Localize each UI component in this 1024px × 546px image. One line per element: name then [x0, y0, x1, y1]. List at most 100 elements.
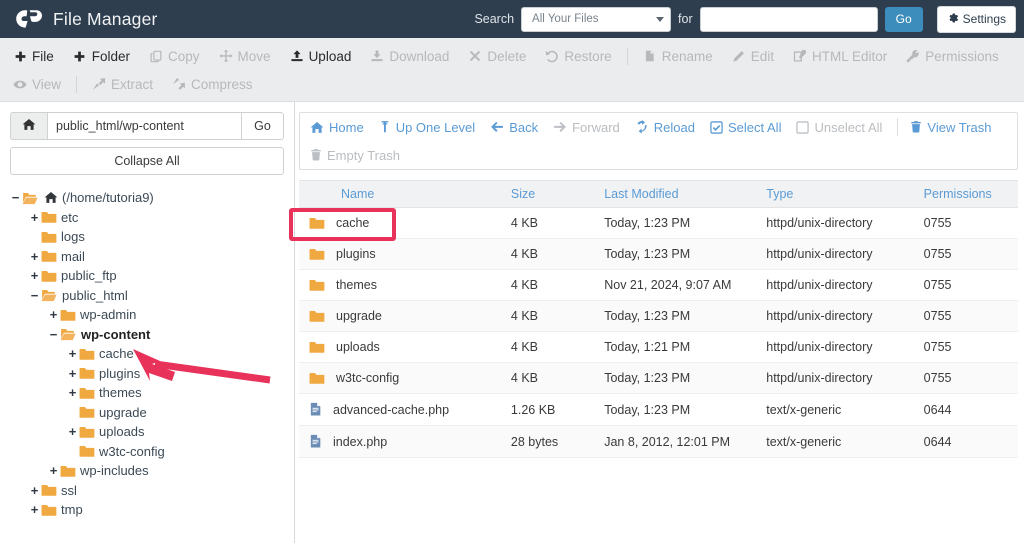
file-modified-cell: Jan 8, 2012, 12:01 PM [604, 425, 767, 458]
file-row-cache[interactable]: cache 4 KB Today, 1:23 PM httpd/unix-direct… [299, 207, 1018, 239]
filenav-item-label: Home [329, 119, 364, 135]
collapse-all-button[interactable]: Collapse All [10, 147, 284, 175]
sidebar-tree-item-logs[interactable]: +logs [10, 227, 284, 247]
folder-icon [79, 386, 95, 400]
sidebar-tree-item-wp-includes[interactable]: + wp-includes [10, 461, 284, 481]
tree-item-label: w3tc-config [99, 443, 165, 459]
compress-icon [172, 77, 186, 91]
tree-expand-icon[interactable]: + [67, 386, 78, 399]
tree-expand-icon[interactable]: + [29, 484, 40, 497]
file-size-cell: 4 KB [510, 207, 605, 239]
tree-expand-icon[interactable]: + [67, 347, 78, 360]
toolbar-item-view: View [7, 77, 74, 92]
sidebar-tree-item-public_html[interactable]: − public_html [10, 286, 284, 306]
column-header-permissions[interactable]: Permissions [923, 180, 1018, 208]
tree-expand-icon[interactable]: + [29, 250, 40, 263]
file-pane: Home Up One Level Back Forward Reload Select … [289, 102, 1024, 543]
file-doc-icon [309, 434, 322, 449]
search-input[interactable] [699, 6, 878, 32]
sidebar-tree-item-ssl[interactable]: + ssl [10, 481, 284, 501]
file-row-w3tc-config[interactable]: w3tc-config 4 KB Today, 1:23 PM httpd/unix-… [299, 362, 1018, 394]
folder-icon [309, 247, 325, 261]
sidebar-tree-item-cache[interactable]: + cache [10, 344, 284, 364]
tree-collapse-icon[interactable]: − [10, 191, 21, 204]
tree-expand-icon[interactable]: + [48, 308, 59, 321]
search-go-button[interactable]: Go [884, 6, 923, 32]
folder-icon [41, 230, 57, 244]
filenav-item-back[interactable]: Back [486, 120, 549, 135]
column-header-modified[interactable]: Last Modified [604, 180, 767, 208]
column-header-type[interactable]: Type [766, 180, 924, 208]
path-input[interactable] [47, 112, 242, 140]
filenav-item-up-one-level[interactable]: Up One Level [375, 120, 487, 135]
toolbar-item-upload[interactable]: Upload [284, 49, 365, 64]
file-name-cell[interactable]: upgrade [299, 300, 511, 332]
filenav-item-label: Empty Trash [327, 147, 400, 163]
file-row-advanced-cache-php[interactable]: advanced-cache.php 1.26 KB Today, 1:23 PM t… [299, 393, 1018, 426]
sidebar-tree-item-etc[interactable]: + etc [10, 208, 284, 228]
tree-expand-icon[interactable]: + [29, 269, 40, 282]
tree-expand-icon[interactable]: + [67, 367, 78, 380]
sidebar-tree-item-w3tc-config[interactable]: +w3tc-config [10, 442, 284, 462]
tree-collapse-icon[interactable]: − [29, 289, 40, 302]
file-name-cell[interactable]: advanced-cache.php [299, 393, 511, 426]
sidebar-tree-item-plugins[interactable]: + plugins [10, 364, 284, 384]
file-name-cell[interactable]: index.php [299, 425, 511, 458]
file-row-upgrade[interactable]: upgrade 4 KB Today, 1:23 PM httpd/unix-dire… [299, 300, 1018, 332]
file-row-plugins[interactable]: plugins 4 KB Today, 1:23 PM httpd/unix-dire… [299, 238, 1018, 270]
sidebar-tree-item-tmp[interactable]: + tmp [10, 500, 284, 520]
toolbar-item-file[interactable]: File [7, 49, 67, 64]
filenav-item-view-trash[interactable]: View Trash [906, 120, 1002, 135]
file-permissions-cell: 0755 [923, 207, 1018, 239]
toolbar-divider [897, 118, 899, 136]
column-header-size[interactable]: Size [510, 180, 605, 208]
sidebar-tree-item-home-tutoria9[interactable]: − (/home/tutoria9) [10, 188, 284, 208]
filenav-item-label: View Trash [927, 119, 992, 135]
folder-icon [79, 366, 95, 380]
file-row-themes[interactable]: themes 4 KB Nov 21, 2024, 9:07 AM httpd/uni… [299, 269, 1018, 301]
file-name-cell[interactable]: cache [299, 207, 511, 239]
sidebar-tree-item-themes[interactable]: + themes [10, 383, 284, 403]
eye-icon [13, 78, 27, 91]
tree-item-label: cache [99, 346, 134, 362]
tree-expand-icon[interactable]: + [67, 425, 78, 438]
file-type-cell: httpd/unix-directory [766, 300, 924, 332]
sidebar-tree-item-public_ftp[interactable]: + public_ftp [10, 266, 284, 286]
sidebar-tree-item-upgrade[interactable]: +upgrade [10, 403, 284, 423]
tree-expand-icon[interactable]: + [29, 211, 40, 224]
sidebar-tree-item-uploads[interactable]: + uploads [10, 422, 284, 442]
search-scope-select[interactable]: All Your Files [521, 6, 672, 32]
file-modified-cell: Today, 1:23 PM [604, 238, 767, 270]
sidebar-tree-item-wp-admin[interactable]: + wp-admin [10, 305, 284, 325]
file-row-index-php[interactable]: index.php 28 bytes Jan 8, 2012, 12:01 PM te… [299, 425, 1018, 458]
sidebar-tree-item-mail[interactable]: + mail [10, 247, 284, 267]
checkbox-checked-icon [710, 120, 723, 134]
tree-expand-icon[interactable]: + [48, 464, 59, 477]
tree-expand-icon[interactable]: + [29, 503, 40, 516]
gear-icon [947, 12, 959, 27]
path-go-button[interactable]: Go [242, 112, 284, 140]
filenav-item-label: Up One Level [395, 119, 476, 135]
file-name-cell[interactable]: plugins [299, 238, 511, 270]
column-header-name[interactable]: Name [299, 180, 511, 208]
file-size-cell: 1.26 KB [510, 393, 605, 426]
filenav-item-select-all[interactable]: Select All [706, 120, 792, 135]
tree-collapse-icon[interactable]: − [48, 328, 59, 341]
file-name-cell[interactable]: uploads [299, 331, 511, 363]
sidebar-tree-item-wp-content[interactable]: − wp-content [10, 325, 284, 345]
action-toolbar: File Folder Copy Move Upload Download Delete Re… [0, 38, 1024, 102]
file-navbar-row-1: Home Up One Level Back Forward Reload Select … [300, 113, 1017, 141]
toolbar-item-download: Download [364, 49, 462, 64]
path-home-button[interactable] [10, 112, 47, 140]
file-name-cell[interactable]: themes [299, 269, 511, 301]
tree-item-label: wp-content [81, 326, 151, 342]
filenav-item-home[interactable]: Home [306, 120, 375, 135]
file-row-uploads[interactable]: uploads 4 KB Today, 1:21 PM httpd/unix-dire… [299, 331, 1018, 363]
toolbar-divider [76, 75, 78, 93]
file-permissions-cell: 0755 [923, 269, 1018, 301]
toolbar-item-folder[interactable]: Folder [67, 49, 143, 64]
brand: File Manager [14, 7, 158, 31]
settings-button[interactable]: Settings [936, 5, 1016, 33]
file-name-cell[interactable]: w3tc-config [299, 362, 511, 394]
filenav-item-reload[interactable]: Reload [631, 120, 706, 135]
